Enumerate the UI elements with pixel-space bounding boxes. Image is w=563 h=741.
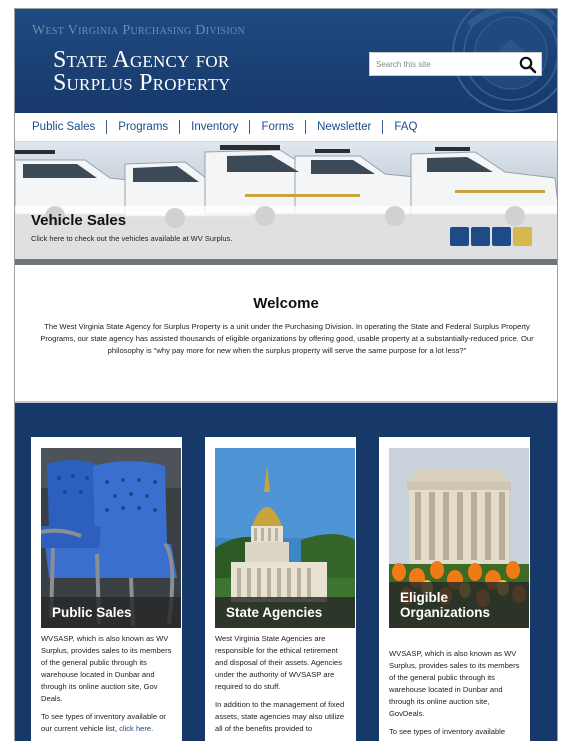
- slider-dot-1[interactable]: [450, 227, 469, 246]
- card-paragraph: WVSASP, which is also known as WV Surplu…: [41, 634, 172, 703]
- site-header: West Virginia Purchasing Division State …: [15, 9, 557, 113]
- slider-dot-4[interactable]: [513, 227, 532, 246]
- card-paragraph: West Virginia State Agencies are respons…: [215, 634, 343, 691]
- card-text: WVSASP, which is also known as WV Surplu…: [389, 648, 525, 741]
- card-paragraph: In addition to the management of fixed a…: [215, 700, 345, 733]
- card-image: State Agencies: [215, 448, 355, 628]
- site-title-line1: State Agency for: [53, 47, 230, 73]
- card-paragraph: To see types of inventory available: [389, 727, 506, 736]
- card-text: West Virginia State Agencies are respons…: [215, 633, 351, 741]
- card-label: Public Sales: [41, 597, 181, 628]
- program-cards-section: Public Sales WVSASP, which is also known…: [15, 401, 557, 741]
- card-paragraph: To see types of inventory available or o…: [41, 712, 166, 733]
- welcome-text: The West Virginia State Agency for Surpl…: [40, 322, 534, 355]
- card-paragraph: WVSASP, which is also known as WV Surplu…: [389, 649, 520, 718]
- search-box: [369, 52, 542, 76]
- nav-item-forms[interactable]: Forms: [250, 121, 305, 133]
- hero-caption: Vehicle Sales Click here to check out th…: [15, 206, 557, 259]
- card-label-line2: Organizations: [400, 605, 491, 620]
- nav-item-newsletter[interactable]: Newsletter: [306, 121, 382, 133]
- slider-dot-2[interactable]: [471, 227, 490, 246]
- nav-item-inventory[interactable]: Inventory: [180, 121, 249, 133]
- slider-dot-3[interactable]: [492, 227, 511, 246]
- site-title[interactable]: State Agency for Surplus Property: [53, 47, 231, 96]
- card-state-agencies[interactable]: State Agencies West Virginia State Agenc…: [205, 437, 356, 741]
- slider-pager: [450, 227, 532, 246]
- nav-item-programs[interactable]: Programs: [107, 121, 179, 133]
- card-image: Eligible Organizations: [389, 448, 529, 628]
- card-label-line1: Eligible: [400, 590, 449, 605]
- card-label: Eligible Organizations: [389, 582, 529, 628]
- welcome-section: Welcome The West Virginia State Agency f…: [15, 265, 557, 401]
- search-input[interactable]: [376, 57, 516, 72]
- hero-subtitle[interactable]: Click here to check out the vehicles ava…: [31, 234, 232, 243]
- nav-item-public-sales[interactable]: Public Sales: [32, 121, 106, 133]
- nav-item-faq[interactable]: FAQ: [383, 121, 428, 133]
- card-image: Public Sales: [41, 448, 181, 628]
- division-name: West Virginia Purchasing Division: [32, 23, 246, 38]
- welcome-title: Welcome: [253, 295, 319, 312]
- card-public-sales[interactable]: Public Sales WVSASP, which is also known…: [31, 437, 182, 741]
- hero-slider[interactable]: Vehicle Sales Click here to check out th…: [15, 142, 557, 265]
- hero-title[interactable]: Vehicle Sales: [31, 212, 126, 229]
- card-text: WVSASP, which is also known as WV Surplu…: [41, 633, 177, 741]
- search-icon[interactable]: [518, 55, 538, 74]
- card-eligible-organizations[interactable]: Eligible Organizations WVSASP, which is …: [379, 437, 530, 741]
- page-frame: West Virginia Purchasing Division State …: [14, 8, 558, 741]
- card-label: State Agencies: [215, 597, 355, 628]
- main-nav: Public Sales Programs Inventory Forms Ne…: [15, 113, 557, 142]
- site-title-line2: Surplus Property: [53, 70, 231, 96]
- click-here-link[interactable]: click here.: [119, 724, 153, 733]
